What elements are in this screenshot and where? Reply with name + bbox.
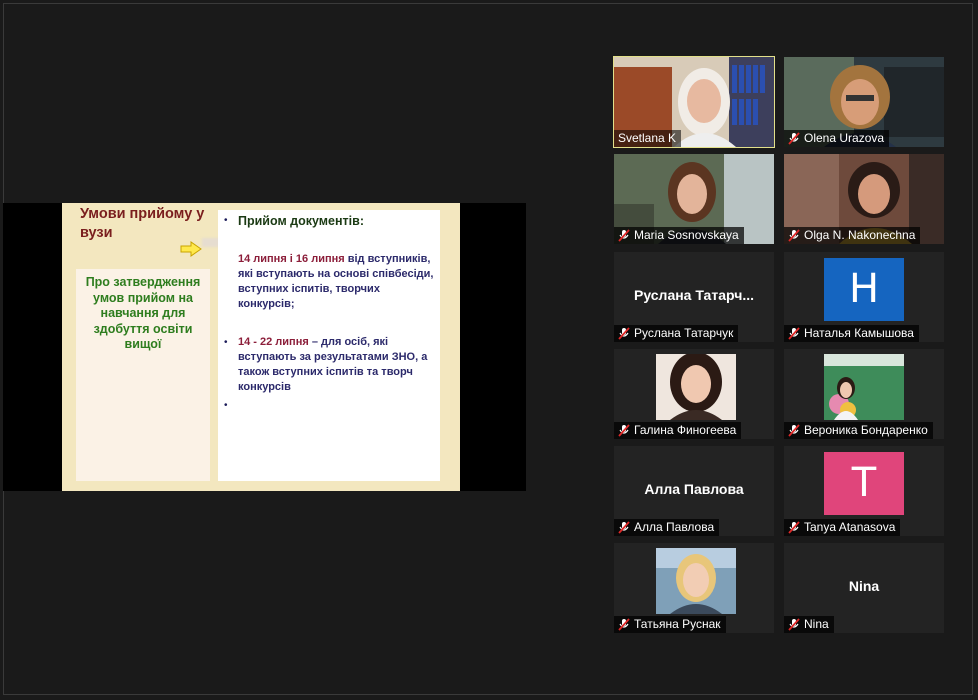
muted-mic-icon [618, 424, 630, 437]
avatar: T [824, 452, 904, 515]
participant-name: Татьяна Руснак [634, 617, 721, 631]
participant-name-bar: Наталья Камышова [784, 325, 919, 342]
muted-mic-icon [788, 229, 800, 242]
participant-name-bar: Olena Urazova [784, 130, 890, 147]
participant-name: Tanya Atanasova [804, 520, 896, 534]
participant-name: Руслана Татарчук [634, 326, 734, 340]
participant-name-bar: Svetlana K [614, 130, 682, 147]
participant-tile[interactable]: Галина Финогеева [614, 349, 774, 439]
participant-name-bar: Галина Финогеева [614, 422, 742, 439]
participant-photo [656, 548, 736, 614]
participant-tile[interactable]: Olga N. Nakonechna [784, 154, 944, 244]
item-2-dates: 14 - 22 липня [238, 336, 309, 348]
participant-name-bar: Татьяна Руснак [614, 616, 726, 633]
slide-left-text: Про затвердження умов прийом на навчання… [85, 275, 201, 351]
participant-tile[interactable]: Nina Nina [784, 543, 944, 633]
participant-name-bar: Olga N. Nakonechna [784, 227, 921, 244]
presentation-slide: Умови прийому у вузи Про затвердження ум… [62, 203, 460, 491]
slide-title: Умови прийому у вузи [80, 206, 205, 241]
participant-tile[interactable]: Olena Urazova [784, 57, 944, 147]
participant-display-name: Алла Павлова [644, 481, 744, 497]
participant-name: Svetlana K [618, 131, 677, 145]
participant-name: Olga N. Nakonechna [804, 228, 916, 242]
participant-tile[interactable]: Вероника Бондаренко [784, 349, 944, 439]
participant-photo [656, 354, 736, 420]
participant-name: Вероника Бондаренко [804, 423, 928, 437]
participant-display-name: Nina [848, 578, 880, 594]
participant-name-bar: Вероника Бондаренко [784, 422, 933, 439]
slide-item-1: 14 липня і 16 липня від вступників, які … [238, 252, 434, 312]
participant-name: Olena Urazova [804, 131, 885, 145]
participant-tile[interactable]: H Наталья Камышова [784, 252, 944, 342]
participant-name-bar: Tanya Atanasova [784, 519, 901, 536]
participant-tile[interactable]: Maria Sosnovskaya [614, 154, 774, 244]
slide-heading: Прийом документів: [238, 214, 364, 228]
participant-tile[interactable]: Алла Павлова Алла Павлова [614, 446, 774, 536]
participant-name-bar: Maria Sosnovskaya [614, 227, 744, 244]
participant-display-name: Руслана Татарч... [633, 287, 754, 303]
muted-mic-icon [618, 229, 630, 242]
slide-left-box: Про затвердження умов прийом на навчання… [76, 269, 210, 481]
participant-tile[interactable]: Руслана Татарч... Руслана Татарчук [614, 252, 774, 342]
slide-item-2: 14 - 22 липня – для осіб, які вступають … [238, 335, 438, 395]
participant-name: Maria Sosnovskaya [634, 228, 739, 242]
bullet: • [224, 215, 228, 226]
bullet: • [224, 337, 228, 348]
slide-right-box: • Прийом документів: 14 липня і 16 липня… [218, 210, 440, 481]
shared-screen[interactable]: Умови прийому у вузи Про затвердження ум… [3, 203, 526, 491]
arrow-icon [180, 241, 202, 257]
muted-mic-icon [788, 327, 800, 340]
muted-mic-icon [788, 424, 800, 437]
participant-name: Nina [804, 617, 829, 631]
muted-mic-icon [788, 132, 800, 145]
muted-mic-icon [618, 618, 630, 631]
participant-name-bar: Nina [784, 616, 834, 633]
participant-name: Галина Финогеева [634, 423, 737, 437]
participant-name: Наталья Камышова [804, 326, 914, 340]
avatar: H [824, 258, 904, 321]
muted-mic-icon [788, 521, 800, 534]
bullet: • [224, 400, 228, 411]
muted-mic-icon [618, 521, 630, 534]
participant-tile[interactable]: T Tanya Atanasova [784, 446, 944, 536]
item-1-dates: 14 липня і 16 липня [238, 253, 345, 265]
muted-mic-icon [618, 327, 630, 340]
participant-tile[interactable]: Svetlana K [613, 56, 775, 148]
participant-name-bar: Руслана Татарчук [614, 325, 739, 342]
participant-tile[interactable]: Татьяна Руснак [614, 543, 774, 633]
participant-photo [824, 354, 904, 420]
participant-name-bar: Алла Павлова [614, 519, 720, 536]
muted-mic-icon [788, 618, 800, 631]
participant-name: Алла Павлова [634, 520, 715, 534]
